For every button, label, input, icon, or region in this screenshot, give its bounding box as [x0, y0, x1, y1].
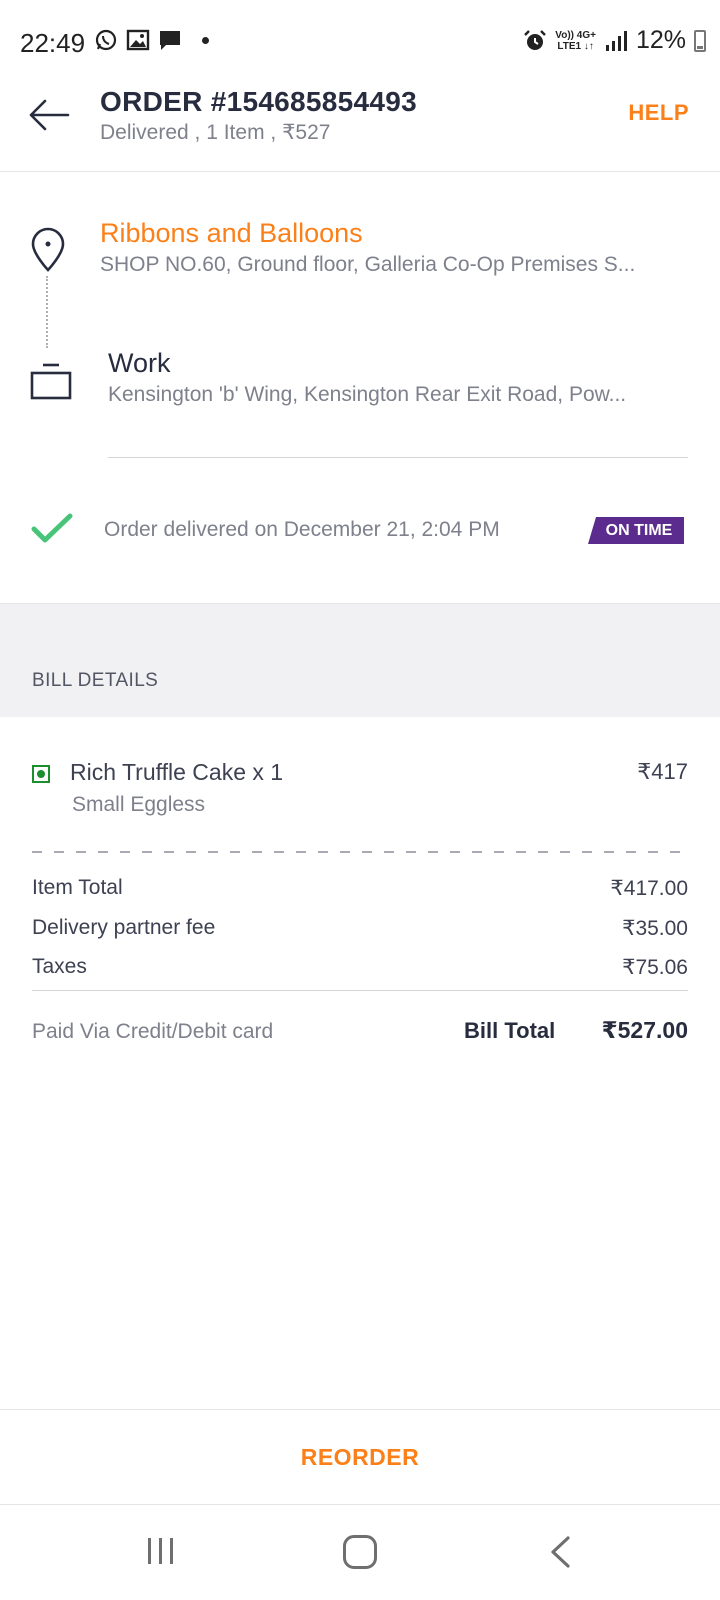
payment-method: Paid Via Credit/Debit card	[32, 1020, 274, 1043]
status-time: 22:49	[20, 28, 86, 58]
gallery-icon	[126, 29, 150, 51]
veg-indicator-icon	[32, 765, 50, 783]
reorder-bar: REORDER	[0, 1409, 720, 1505]
charge-value: ₹417.00	[610, 877, 688, 900]
item-price: ₹417	[637, 759, 688, 784]
order-title: ORDER #154685854493	[100, 86, 418, 117]
restaurant-address: SHOP NO.60, Ground floor, Galleria Co-Op…	[100, 253, 636, 276]
delivery-address: Kensington 'b' Wing, Kensington Rear Exi…	[108, 383, 627, 406]
bill-details-header: BILL DETAILS	[0, 603, 720, 717]
divider	[108, 457, 688, 458]
charge-row-item-total: Item Total ₹417.00	[32, 876, 688, 906]
battery-icon	[694, 29, 706, 52]
whatsapp-icon	[95, 29, 117, 51]
bill-details-title: BILL DETAILS	[32, 670, 159, 691]
notification-icons	[94, 28, 209, 52]
system-icons: Vo)) 4G+ LTE1 ↓↑ 12%	[523, 26, 706, 55]
dashed-divider	[32, 851, 688, 853]
bill-total-label: Bill Total	[464, 1018, 556, 1043]
status-bar: 22:49 Vo)) 4G+ LTE1 ↓↑ 12%	[0, 0, 720, 84]
charge-row-taxes: Taxes ₹75.06	[32, 955, 688, 985]
on-time-badge: ON TIME	[588, 517, 684, 544]
charge-row-delivery-fee: Delivery partner fee ₹35.00	[32, 916, 688, 946]
recent-apps-icon[interactable]	[146, 1536, 176, 1566]
charge-value: ₹75.06	[622, 956, 688, 979]
network-indicator: Vo)) 4G+ LTE1 ↓↑	[555, 29, 596, 52]
bill-total-value: ₹527.00	[601, 1017, 688, 1043]
order-summary: Delivered , 1 Item , ₹527	[100, 121, 331, 144]
charge-value: ₹35.00	[622, 917, 688, 940]
item-name: Rich Truffle Cake x 1	[70, 759, 284, 785]
checkmark-icon	[31, 513, 73, 543]
work-bag-icon	[30, 363, 72, 400]
delivery-status-text: Order delivered on December 21, 2:04 PM	[104, 518, 500, 541]
system-navigation-bar	[0, 1506, 720, 1600]
signal-icon	[605, 30, 627, 51]
battery-percentage: 12%	[635, 26, 686, 54]
order-header: ORDER #154685854493 Delivered , 1 Item ,…	[0, 84, 720, 172]
item-variant: Small Eggless	[72, 793, 206, 816]
location-pin-icon	[31, 227, 65, 272]
home-icon[interactable]	[343, 1535, 377, 1569]
alarm-icon	[524, 29, 547, 50]
delivery-address-label: Work	[108, 348, 171, 378]
divider	[32, 990, 688, 991]
message-icon	[160, 31, 180, 50]
help-button[interactable]: HELP	[628, 100, 689, 126]
restaurant-name: Ribbons and Balloons	[100, 218, 363, 248]
charge-label: Item Total	[32, 876, 123, 899]
more-notifications-dot	[202, 36, 209, 44]
reorder-button[interactable]: REORDER	[0, 1410, 720, 1504]
back-nav-icon[interactable]	[548, 1535, 572, 1569]
back-arrow-icon[interactable]	[28, 98, 70, 132]
charge-label: Delivery partner fee	[32, 916, 216, 939]
charge-label: Taxes	[32, 955, 87, 978]
route-connector	[46, 276, 48, 348]
